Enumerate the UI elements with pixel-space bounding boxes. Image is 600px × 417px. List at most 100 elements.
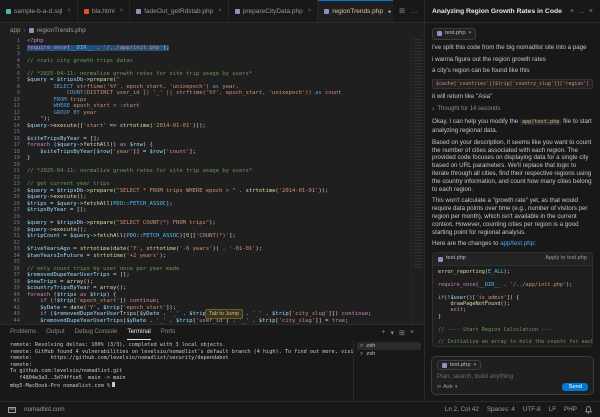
terminal-output[interactable]: remote: Resolving deltas: 100% (3/3), co…: [0, 340, 353, 401]
terminal-session[interactable]: >zsh: [357, 342, 421, 350]
code-token: .: [179, 311, 189, 317]
chevron-right-icon: ›: [432, 107, 434, 113]
close-icon[interactable]: ×: [589, 8, 593, 15]
code-token: $trip: [176, 318, 193, 324]
editor-tab[interactable]: regionTrends.php●: [318, 0, 393, 22]
code-token: '/../app/init.php': [510, 282, 566, 288]
more-icon[interactable]: …: [578, 8, 585, 15]
close-panel-icon[interactable]: ×: [410, 329, 414, 337]
panel-tab-ports[interactable]: Ports: [161, 325, 175, 340]
code-token: prepare: [90, 220, 113, 226]
panel-tab-debug-console[interactable]: Debug Console: [75, 325, 118, 340]
terminal-session[interactable]: >zsh: [357, 350, 421, 358]
code-token: PDO: [113, 201, 123, 207]
status-item[interactable]: Ln 2, Col 42: [445, 406, 479, 413]
new-chat-icon[interactable]: +: [570, 8, 574, 15]
panel-tab-terminal[interactable]: Terminal: [127, 325, 150, 340]
chat-input[interactable]: test.php ▾ ∞ Ask ▾ Send: [431, 356, 594, 395]
status-item[interactable]: UTF-8: [523, 406, 541, 413]
code-token: $yDate: [140, 311, 160, 317]
code-token: [27, 305, 40, 311]
panel-tab-output[interactable]: Output: [46, 325, 65, 340]
code-token: =: [90, 285, 100, 291]
code-token: WHERE: [54, 103, 71, 109]
bell-icon[interactable]: [585, 406, 592, 414]
minimap[interactable]: [411, 37, 424, 324]
apply-button[interactable]: Apply to test.php: [545, 255, 587, 263]
breadcrumb-folder[interactable]: app: [10, 27, 21, 34]
file-link[interactable]: app/test.php: [500, 240, 534, 247]
split-editor-icon[interactable]: ⊞: [399, 7, 405, 15]
code-token: require_once: [438, 282, 475, 288]
thought-label: Thought for 14 seconds: [437, 106, 500, 114]
panel-tab-problems[interactable]: Problems: [10, 325, 36, 340]
chat-text: a city's region can be found like this: [432, 67, 593, 75]
close-icon[interactable]: ×: [67, 8, 71, 14]
vscode-window: sample-b-a-d.sql×bla.html×fadeOut_getRds…: [0, 0, 600, 417]
terminal-picker-icon[interactable]: ▾: [391, 329, 395, 337]
close-icon[interactable]: ×: [218, 8, 222, 14]
code-token: error_reporting: [438, 269, 485, 275]
code-token: '_': [169, 311, 179, 317]
file-icon: [437, 31, 442, 36]
code-token: [27, 149, 40, 155]
chat-input-controls: ∞ Ask ▾ Send: [437, 383, 588, 391]
thought-toggle[interactable]: ›Thought for 14 seconds: [432, 106, 593, 114]
code-token: (): [110, 142, 120, 148]
code-token: $tripsDb: [57, 220, 84, 226]
code-token: $trip: [90, 292, 107, 298]
code-token: $row: [97, 149, 110, 155]
code-token: execute: [54, 227, 77, 233]
file-icon: [438, 257, 443, 262]
breadcrumb[interactable]: app › regionTrends.php: [0, 23, 424, 37]
status-item[interactable]: nomadlist.com: [24, 406, 65, 413]
code-token: ]);: [166, 305, 176, 311]
terminal-line: remote: Resolving deltas: 100% (3/3), co…: [10, 342, 353, 349]
tab-bar: sample-b-a-d.sql×bla.html×fadeOut_getRds…: [0, 0, 424, 23]
code-token: date: [70, 305, 83, 311]
code-token: $removedDupeYearUserTrips: [40, 318, 123, 324]
code-token: FETCH_ASSOC: [130, 201, 166, 207]
code-token: GROUP BY: [54, 110, 81, 116]
status-bar: nomadlist.com Ln 2, Col 42 Spaces: 4 UTF-8…: [0, 401, 600, 417]
code-token: =: [47, 77, 57, 83]
editor-tab[interactable]: fadeOut_getRdstab.php×: [130, 0, 229, 22]
editor-tab[interactable]: bla.html ×: [78, 0, 130, 22]
code-token: .: [249, 318, 259, 324]
mode-selector[interactable]: ∞ Ask ▾: [437, 384, 457, 390]
more-actions-icon[interactable]: …: [411, 8, 418, 15]
editor-tab[interactable]: sample-b-a-d.sql×: [0, 0, 78, 22]
chat-text: i've split this code from the big nomadl…: [432, 44, 593, 52]
close-icon[interactable]: ×: [120, 8, 124, 14]
chevron-down-icon: ▾: [455, 384, 458, 390]
chat-text: This won't calculate a "growth rate" yet…: [432, 197, 593, 236]
split-terminal-icon[interactable]: ⊞: [399, 329, 405, 337]
status-item[interactable]: PHP: [564, 406, 577, 413]
code-text: $siteTripsByYear[$row['year']] = $row['c…: [27, 149, 196, 156]
code-editor[interactable]: 1<?php2require_once(__DIR__ . '/../app/i…: [0, 37, 424, 324]
editor-tab[interactable]: prepareCityData.php×: [229, 0, 319, 22]
code-line: require_once(__DIR__ . '/../app/init.php…: [438, 282, 587, 288]
code-token: =: [70, 246, 80, 252]
code-token: strftime('%Y', epoch_start, 'unixepoch'): [73, 84, 212, 90]
breadcrumb-file[interactable]: regionTrends.php: [37, 27, 86, 34]
terminal: remote: Resolving deltas: 100% (3/3), co…: [0, 340, 424, 401]
remote-window-icon[interactable]: [8, 406, 16, 414]
status-item[interactable]: Spaces: 4: [487, 406, 515, 413]
new-terminal-icon[interactable]: +: [381, 329, 385, 337]
status-item[interactable]: LF: [549, 406, 556, 413]
file-icon: [442, 363, 447, 368]
code-token: COUNT: [67, 90, 84, 96]
close-icon[interactable]: ×: [308, 8, 312, 14]
file-chip[interactable]: test.php▾: [432, 28, 476, 40]
tab-label: bla.html: [92, 8, 115, 15]
chat-title: Analyzing Region Growth Rates in Code: [432, 8, 566, 15]
context-file-chip[interactable]: test.php ▾: [437, 360, 481, 370]
code-token: if: [40, 298, 47, 304]
code-token: .: [93, 45, 103, 51]
session-label: zsh: [366, 343, 375, 349]
send-button[interactable]: Send: [562, 383, 588, 391]
code-token: ": [116, 77, 119, 83]
chat-message-input[interactable]: [437, 373, 588, 380]
code-token: 'start': [83, 123, 106, 129]
